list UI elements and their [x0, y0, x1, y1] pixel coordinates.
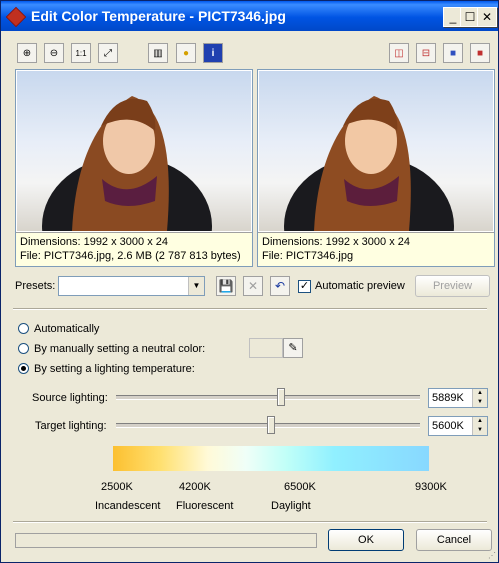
save-icon: 💾: [218, 279, 234, 293]
window-title: Edit Color Temperature - PICT7346.jpg: [31, 8, 286, 24]
presets-select[interactable]: ▼: [58, 276, 205, 296]
source-lighting-value[interactable]: 5889K: [432, 392, 464, 404]
original-only-button[interactable]: ■: [443, 43, 463, 63]
preview-only-button[interactable]: ■: [470, 43, 490, 63]
preview-file: File: PICT7346.jpg: [262, 250, 354, 262]
fit-to-window-icon: ⤢: [104, 48, 112, 59]
highlight-icon: ●: [182, 48, 190, 59]
preview-dimensions: Dimensions: 1992 x 3000 x 24: [262, 236, 410, 248]
spin-up-icon[interactable]: ▲: [472, 417, 487, 426]
spin-up-icon[interactable]: ▲: [472, 389, 487, 398]
source-lighting-track[interactable]: [116, 395, 420, 400]
close-button[interactable]: ✕: [477, 7, 497, 27]
original-file: File: PICT7346.jpg, 2.6 MB (2 787 813 by…: [20, 250, 241, 262]
presets-label: Presets:: [15, 280, 56, 292]
histogram-icon: ▥: [153, 48, 163, 59]
lighting-temperature-label: By setting a lighting temperature:: [34, 363, 195, 375]
progress-bar: [15, 533, 317, 548]
chevron-down-icon[interactable]: ▼: [188, 277, 204, 295]
app-icon: [5, 6, 27, 28]
eyedropper-button[interactable]: ✎: [283, 338, 303, 358]
actual-size-icon: 1:1: [75, 49, 87, 58]
color-temperature-scale: [113, 446, 429, 471]
ok-button[interactable]: OK: [328, 529, 404, 551]
incandescent-label: Incandescent: [95, 500, 161, 512]
undo-icon: ↶: [274, 279, 286, 293]
fit-to-window-button[interactable]: ⤢: [98, 43, 118, 63]
source-lighting-spinner[interactable]: 5889K ▲ ▼: [428, 388, 488, 408]
target-lighting-slider[interactable]: [267, 416, 275, 434]
neutral-color-radio[interactable]: [18, 343, 29, 354]
source-lighting-label: Source lighting:: [32, 392, 108, 404]
title-bar[interactable]: Edit Color Temperature - PICT7346.jpg _ …: [1, 1, 498, 31]
split-vertical-button[interactable]: ◫: [389, 43, 409, 63]
daylight-label: Daylight: [271, 500, 311, 512]
info-button[interactable]: i: [203, 43, 223, 63]
resize-grip-icon[interactable]: ⋰: [488, 551, 496, 560]
delete-preset-button[interactable]: ✕: [243, 276, 263, 296]
eyedropper-icon: ✎: [288, 342, 298, 354]
neutral-color-swatch[interactable]: [249, 338, 283, 358]
histogram-button[interactable]: ▥: [148, 43, 168, 63]
zoom-out-button[interactable]: ⊖: [44, 43, 64, 63]
highlight-button[interactable]: ●: [176, 43, 196, 63]
portrait-preview-image: [284, 96, 454, 231]
spin-down-icon[interactable]: ▼: [472, 398, 487, 407]
automatically-label: Automatically: [34, 323, 100, 335]
dialog-window: Edit Color Temperature - PICT7346.jpg _ …: [0, 0, 499, 563]
reset-button[interactable]: ↶: [270, 276, 290, 296]
cancel-button[interactable]: Cancel: [416, 529, 492, 551]
split-horizontal-icon: ⊟: [421, 48, 431, 59]
fluorescent-label: Fluorescent: [176, 500, 234, 512]
split-vertical-icon: ◫: [394, 48, 404, 59]
portrait-image: [42, 96, 212, 231]
target-lighting-value[interactable]: 5600K: [432, 420, 464, 432]
actual-size-button[interactable]: 1:1: [71, 43, 91, 63]
zoom-in-button[interactable]: ⊕: [17, 43, 37, 63]
neutral-color-label: By manually setting a neutral color:: [34, 343, 206, 355]
split-horizontal-button[interactable]: ⊟: [416, 43, 436, 63]
tick-2500k: 2500K: [101, 481, 133, 493]
preview-image-panel: Dimensions: 1992 x 3000 x 24 File: PICT7…: [257, 69, 495, 267]
delete-icon: ✕: [247, 279, 259, 293]
save-preset-button[interactable]: 💾: [216, 276, 236, 296]
target-lighting-spinner[interactable]: 5600K ▲ ▼: [428, 416, 488, 436]
preview-info: Dimensions: 1992 x 3000 x 24 File: PICT7…: [258, 232, 494, 266]
zoom-out-icon: ⊖: [49, 48, 59, 59]
preview-only-icon: ■: [476, 48, 484, 59]
separator: [13, 521, 487, 523]
spin-down-icon[interactable]: ▼: [472, 426, 487, 435]
original-only-icon: ■: [449, 48, 457, 59]
original-photo: [17, 71, 251, 231]
automatically-radio[interactable]: [18, 323, 29, 334]
tick-4200k: 4200K: [179, 481, 211, 493]
preview-photo: [259, 71, 493, 231]
preview-button[interactable]: Preview: [415, 275, 490, 297]
source-lighting-slider[interactable]: [277, 388, 285, 406]
info-icon: i: [211, 48, 215, 59]
original-dimensions: Dimensions: 1992 x 3000 x 24: [20, 236, 168, 248]
lighting-temperature-radio[interactable]: [18, 363, 29, 374]
automatic-preview-label: Automatic preview: [315, 280, 405, 292]
zoom-in-icon: ⊕: [22, 48, 32, 59]
tick-6500k: 6500K: [284, 481, 316, 493]
original-info: Dimensions: 1992 x 3000 x 24 File: PICT7…: [16, 232, 252, 266]
automatic-preview-checkbox[interactable]: ✓: [298, 280, 311, 293]
separator: [13, 308, 487, 310]
target-lighting-label: Target lighting:: [35, 420, 107, 432]
original-image-panel: Dimensions: 1992 x 3000 x 24 File: PICT7…: [15, 69, 253, 267]
tick-9300k: 9300K: [415, 481, 447, 493]
